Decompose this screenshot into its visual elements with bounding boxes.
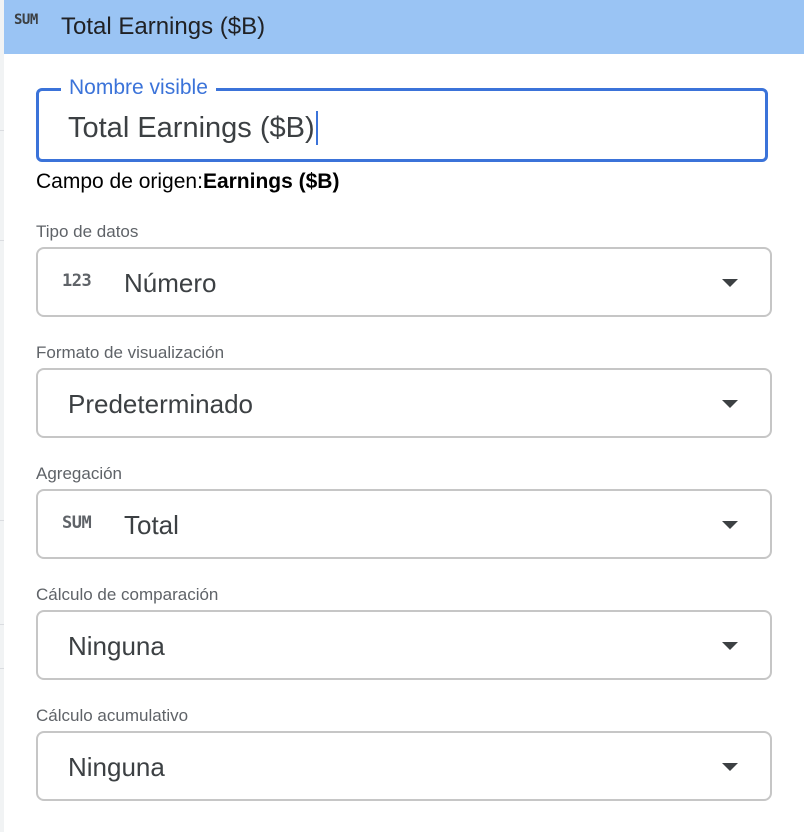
comparison-calc-select[interactable]: Ninguna bbox=[36, 610, 772, 680]
dropdown-arrow-icon bbox=[722, 400, 738, 408]
source-field-value: Earnings ($B) bbox=[202, 170, 340, 193]
display-format-select[interactable]: Predeterminado bbox=[36, 368, 772, 438]
display-name-field[interactable]: Nombre visible Total Earnings ($B) bbox=[36, 75, 768, 162]
comparison-calc-label: Cálculo de comparación bbox=[36, 585, 219, 604]
cumulative-calc-value: Ninguna bbox=[68, 752, 165, 782]
sum-icon: SUM bbox=[62, 513, 92, 533]
comparison-calc-value: Ninguna bbox=[68, 631, 165, 661]
cumulative-calc-select[interactable]: Ninguna bbox=[36, 731, 772, 801]
aggregation-label: Agregación bbox=[36, 464, 123, 483]
field-title: Total Earnings ($B) bbox=[61, 13, 266, 40]
field-editor-header: SUM Total Earnings ($B) bbox=[4, 0, 804, 54]
dropdown-arrow-icon bbox=[722, 279, 738, 287]
display-format-label: Formato de visualización bbox=[36, 343, 225, 362]
dropdown-arrow-icon bbox=[722, 521, 738, 529]
display-name-input[interactable]: Total Earnings ($B) bbox=[68, 111, 318, 145]
sum-icon: SUM bbox=[14, 12, 38, 28]
dropdown-arrow-icon bbox=[722, 763, 738, 771]
cumulative-calc-label: Cálculo acumulativo bbox=[36, 706, 189, 725]
display-name-label: Nombre visible bbox=[61, 75, 216, 101]
text-cursor bbox=[315, 111, 318, 145]
data-type-select[interactable]: 123 Número bbox=[36, 247, 772, 317]
dropdown-arrow-icon bbox=[722, 642, 738, 650]
aggregation-value: Total bbox=[124, 510, 179, 540]
source-field-label: Campo de origen: bbox=[36, 170, 203, 193]
number-icon: 123 bbox=[62, 271, 92, 291]
source-field: Campo de origen:Earnings ($B) bbox=[36, 170, 339, 194]
display-format-value: Predeterminado bbox=[68, 389, 253, 419]
aggregation-select[interactable]: SUM Total bbox=[36, 489, 772, 559]
data-type-value: Número bbox=[124, 268, 217, 298]
data-type-label: Tipo de datos bbox=[36, 222, 139, 241]
